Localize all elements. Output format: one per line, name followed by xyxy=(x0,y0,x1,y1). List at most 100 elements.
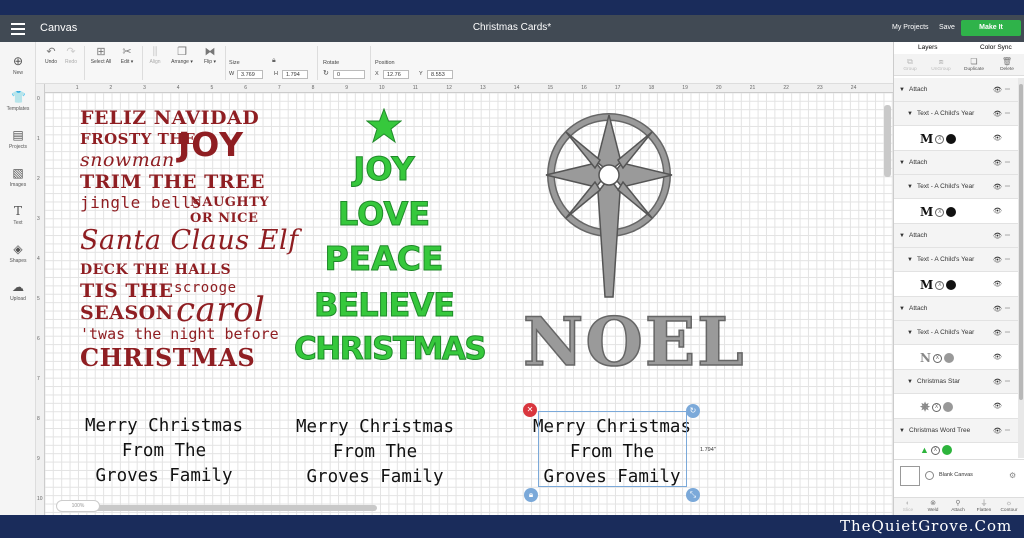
drag-handle-icon[interactable]: ═ xyxy=(1005,232,1010,239)
collapse-arrow-icon[interactable]: ▼ xyxy=(899,160,905,166)
drag-handle-icon[interactable]: ═ xyxy=(1005,329,1010,336)
eye-icon[interactable]: 👁︎ xyxy=(993,232,1002,240)
slice-button[interactable]: ◐ Slice xyxy=(898,500,918,513)
selection-bounding-box[interactable] xyxy=(538,411,687,487)
group-button[interactable]: ⧉ Group xyxy=(898,57,922,72)
layers-scrollbar[interactable] xyxy=(1018,78,1024,458)
eye-icon[interactable]: 👁︎ xyxy=(993,305,1002,313)
templates-button[interactable]: 👕 Templates xyxy=(0,90,36,112)
canvas-color-swatch[interactable] xyxy=(900,466,920,486)
layer-group-row[interactable]: ▼ Attach 👁︎ ═ xyxy=(894,224,1018,248)
drag-handle-icon[interactable]: ═ xyxy=(1005,378,1010,385)
zoom-control[interactable]: 100% xyxy=(56,500,100,512)
arrange-menu[interactable]: ❐ Arrange ▾ xyxy=(169,45,195,65)
eye-icon[interactable]: 👁︎ xyxy=(993,207,1002,215)
drag-handle-icon[interactable]: ═ xyxy=(1005,110,1010,117)
layer-group-row[interactable]: ▼ Attach 👁︎ ═ xyxy=(894,151,1018,175)
eye-icon[interactable]: 👁︎ xyxy=(993,427,1002,435)
collapse-arrow-icon[interactable]: ▼ xyxy=(907,379,913,385)
upload-button[interactable]: ☁ Upload xyxy=(0,280,36,302)
redo-button[interactable]: ↷ Redo xyxy=(62,45,80,65)
rotate-handle-icon[interactable]: ↻ xyxy=(686,404,700,418)
weld-button[interactable]: ⊗ Weld xyxy=(923,500,943,513)
eye-icon[interactable]: 👁︎ xyxy=(993,402,1002,410)
layer-thumbnail-row[interactable]: N X 👁︎ xyxy=(894,345,1018,370)
greeting-text-2[interactable]: Merry Christmas From The Groves Family xyxy=(290,415,460,490)
text-button[interactable]: T Text xyxy=(0,204,36,226)
drag-handle-icon[interactable]: ═ xyxy=(1005,256,1010,263)
collapse-arrow-icon[interactable]: ▼ xyxy=(907,111,913,117)
collapse-arrow-icon[interactable]: ▼ xyxy=(899,233,905,239)
eye-icon[interactable]: 👁︎ xyxy=(993,110,1002,118)
operation-icon[interactable]: X xyxy=(935,207,945,217)
width-input[interactable]: 3.769 xyxy=(237,70,263,79)
layer-group-row[interactable]: ▼ Attach 👁︎ ═ xyxy=(894,78,1018,102)
color-swatch[interactable] xyxy=(941,445,952,455)
collapse-arrow-icon[interactable]: ▼ xyxy=(907,330,913,336)
drag-handle-icon[interactable]: ═ xyxy=(1005,183,1010,190)
rotate-input[interactable]: 0 xyxy=(333,70,365,79)
eye-icon[interactable]: 👁︎ xyxy=(993,183,1002,191)
color-swatch[interactable] xyxy=(946,134,957,144)
tab-layers[interactable]: Layers xyxy=(918,44,938,51)
images-button[interactable]: ▧ Images xyxy=(0,166,36,188)
color-swatch[interactable] xyxy=(943,353,954,363)
save-link[interactable]: Save xyxy=(939,24,955,31)
vertical-scrollbar[interactable] xyxy=(884,105,891,177)
shapes-button[interactable]: ◈ Shapes xyxy=(0,242,36,264)
visibility-toggle-icon[interactable] xyxy=(925,471,934,480)
drag-handle-icon[interactable]: ═ xyxy=(1005,305,1010,312)
greeting-text-1[interactable]: Merry Christmas From The Groves Family xyxy=(79,414,249,489)
lock-handle-icon[interactable]: 🔒︎ xyxy=(524,488,538,502)
eye-icon[interactable]: 👁︎ xyxy=(993,159,1002,167)
collapse-arrow-icon[interactable]: ▼ xyxy=(899,428,905,434)
flatten-button[interactable]: ⏚ Flatten xyxy=(974,500,994,513)
delete-button[interactable]: 🗑︎ Delete xyxy=(995,57,1019,72)
make-it-button[interactable]: Make It xyxy=(961,20,1021,36)
layer-thumbnail-row[interactable]: M X 👁︎ xyxy=(894,126,1018,151)
layer-group-row[interactable]: ▼ Attach 👁︎ ═ xyxy=(894,297,1018,321)
duplicate-button[interactable]: ❏ Duplicate xyxy=(962,57,986,72)
contour-button[interactable]: ☼ Contour xyxy=(999,500,1019,513)
eye-icon[interactable]: 👁︎ xyxy=(993,329,1002,337)
collapse-arrow-icon[interactable]: ▼ xyxy=(907,257,913,263)
collapse-arrow-icon[interactable]: ▼ xyxy=(899,87,905,93)
delete-handle-icon[interactable]: ✕ xyxy=(523,403,537,417)
eye-icon[interactable]: 👁︎ xyxy=(993,280,1002,288)
eye-icon[interactable]: 👁︎ xyxy=(993,353,1002,361)
layer-thumbnail-row[interactable]: M X 👁︎ xyxy=(894,272,1018,297)
undo-button[interactable]: ↶ Undo xyxy=(42,45,60,65)
my-projects-link[interactable]: My Projects xyxy=(892,24,929,31)
lock-icon[interactable]: 🔒︎ xyxy=(272,57,276,65)
eye-icon[interactable]: 👁︎ xyxy=(993,378,1002,386)
new-button[interactable]: ⊕ New xyxy=(0,54,36,76)
layer-sub-row[interactable]: ▼ Text - A Child's Year 👁︎ ═ xyxy=(894,175,1018,199)
operation-icon[interactable]: X xyxy=(932,402,942,412)
select-all-button[interactable]: ⊞ Select All xyxy=(88,45,114,65)
y-position-input[interactable]: 8.553 xyxy=(427,70,453,79)
collapse-arrow-icon[interactable]: ▼ xyxy=(899,306,905,312)
horizontal-scrollbar[interactable] xyxy=(57,505,377,511)
layer-sub-row[interactable]: ▼ Text - A Child's Year 👁︎ ═ xyxy=(894,321,1018,345)
height-input[interactable]: 1.794 xyxy=(282,70,308,79)
drag-handle-icon[interactable]: ═ xyxy=(1005,427,1010,434)
eye-icon[interactable]: 👁︎ xyxy=(993,134,1002,142)
flip-menu[interactable]: ⧓ Flip ▾ xyxy=(199,45,221,65)
drag-handle-icon[interactable]: ═ xyxy=(1005,159,1010,166)
layer-group-row[interactable]: ▼ Christmas Word Tree 👁︎ ═ xyxy=(894,419,1018,443)
ungroup-button[interactable]: ⧈ UnGroup xyxy=(929,57,953,72)
align-menu[interactable]: ⫼ Align xyxy=(144,45,166,65)
layer-sub-row[interactable]: ▼ Text - A Child's Year 👁︎ ═ xyxy=(894,248,1018,272)
collapse-arrow-icon[interactable]: ▼ xyxy=(907,184,913,190)
canvas-settings-icon[interactable]: ⚙ xyxy=(1009,471,1016,480)
color-swatch[interactable] xyxy=(943,402,954,412)
resize-handle-icon[interactable]: ⤡ xyxy=(686,488,700,502)
eye-icon[interactable]: 👁︎ xyxy=(993,86,1002,94)
layer-thumbnail-row[interactable]: ▲ X xyxy=(894,443,1018,457)
layer-sub-row[interactable]: ▼ Christmas Star 👁︎ ═ xyxy=(894,370,1018,394)
layer-thumbnail-row[interactable]: ✵ X 👁︎ xyxy=(894,394,1018,419)
layer-sub-row[interactable]: ▼ Text - A Child's Year 👁︎ ═ xyxy=(894,102,1018,126)
projects-button[interactable]: ▤ Projects xyxy=(0,128,36,150)
attach-button[interactable]: ⚲ Attach xyxy=(948,500,968,513)
operation-icon[interactable]: X xyxy=(932,353,942,363)
